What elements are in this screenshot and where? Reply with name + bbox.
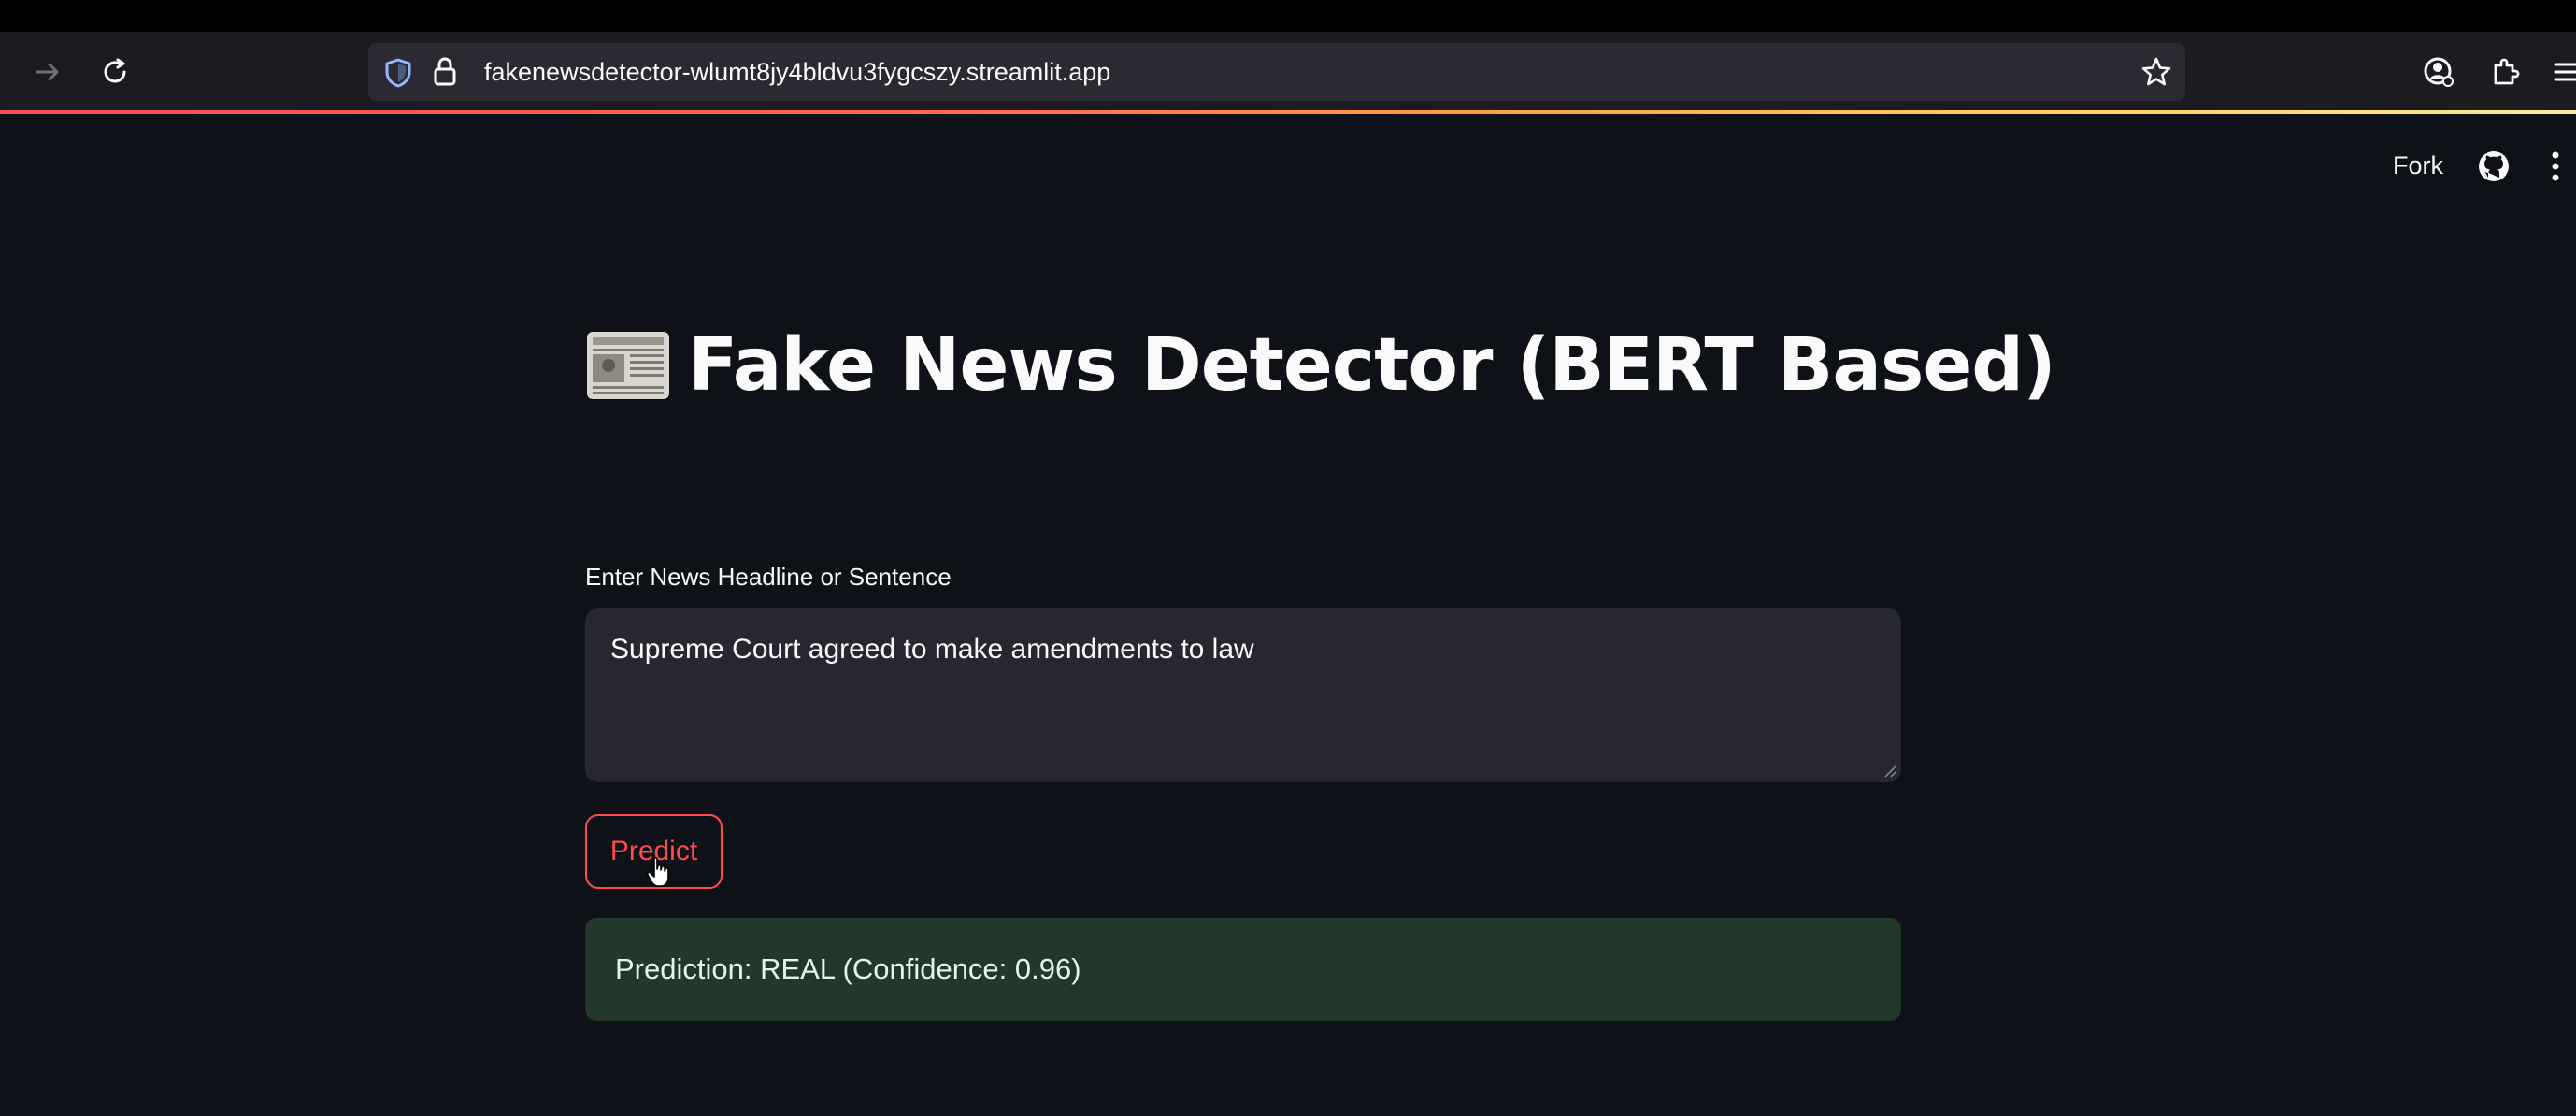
browser-toolbar: fakenewsdetector-wlumt8jy4bldvu3fygcszy.… <box>0 32 2576 112</box>
prediction-result-text: Prediction: REAL (Confidence: 0.96) <box>615 952 1081 985</box>
fork-link[interactable]: Fork <box>2393 151 2443 180</box>
forward-button[interactable] <box>24 49 71 95</box>
news-text-value[interactable]: Supreme Court agreed to make amendments … <box>610 634 1254 665</box>
more-options-icon[interactable] <box>2546 150 2565 183</box>
puzzle-icon <box>2494 58 2520 85</box>
arrow-right-icon <box>36 63 59 81</box>
window-top-strip <box>0 0 2576 32</box>
newspaper-icon <box>587 332 669 399</box>
lock-icon[interactable] <box>432 56 458 88</box>
news-text-input[interactable]: Supreme Court agreed to make amendments … <box>585 608 1901 782</box>
title-text: Fake News Detector (BERT Based) <box>688 323 2056 408</box>
bookmark-star-icon[interactable] <box>2140 56 2172 88</box>
app-menu-button[interactable] <box>2544 49 2576 95</box>
page-title: Fake News Detector (BERT Based) <box>585 323 2056 408</box>
url-text[interactable]: fakenewsdetector-wlumt8jy4bldvu3fygcszy.… <box>484 43 1110 101</box>
account-icon <box>2424 57 2454 87</box>
account-button[interactable] <box>2415 49 2462 95</box>
input-label: Enter News Headline or Sentence <box>585 563 952 591</box>
hamburger-icon <box>2554 63 2576 81</box>
extensions-button[interactable] <box>2483 49 2529 95</box>
prediction-result-alert: Prediction: REAL (Confidence: 0.96) <box>585 918 1901 1021</box>
github-icon[interactable] <box>2477 150 2511 183</box>
address-bar[interactable]: fakenewsdetector-wlumt8jy4bldvu3fygcszy.… <box>368 43 2185 101</box>
shield-icon[interactable] <box>383 57 413 89</box>
app-viewport: Fork Fake News Detector (BERT Based) Ent… <box>0 114 2576 1116</box>
hand-cursor-icon <box>647 857 669 887</box>
resize-handle-icon[interactable] <box>1882 763 1896 778</box>
reload-icon <box>104 58 126 83</box>
reload-button[interactable] <box>92 49 138 95</box>
